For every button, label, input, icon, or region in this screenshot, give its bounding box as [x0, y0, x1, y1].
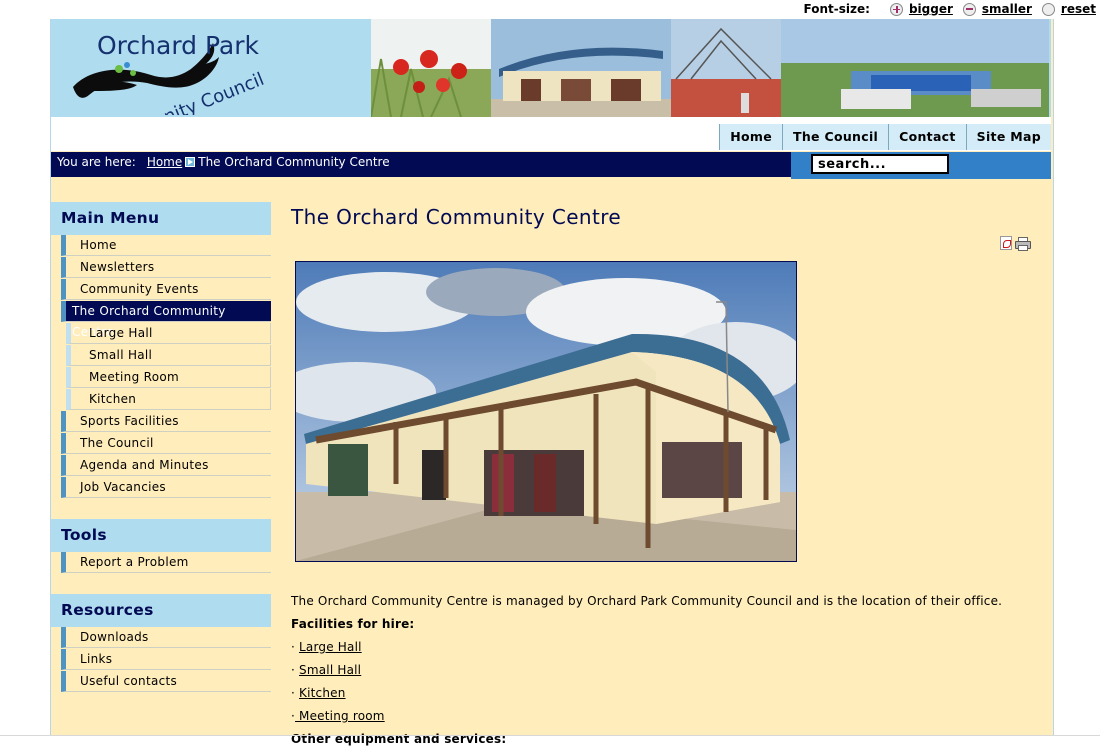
facility-item: · Meeting room — [291, 709, 385, 723]
facility-item: · Kitchen — [291, 686, 346, 700]
search-bar — [791, 152, 1051, 179]
intro-text: The Orchard Community Centre is managed … — [291, 594, 1003, 608]
logo-line1: Orchard Park — [97, 31, 260, 60]
sidebar-item-home[interactable]: Home — [61, 235, 271, 256]
page-title: The Orchard Community Centre — [291, 205, 622, 229]
site-logo[interactable]: Orchard Park Community Council — [59, 21, 369, 154]
font-smaller-label: smaller — [981, 2, 1032, 16]
font-size-label: Font-size: — [803, 2, 870, 16]
font-size-bar: Font-size: bigger smaller reset — [804, 1, 1096, 17]
print-icon[interactable] — [1015, 237, 1031, 251]
sidebar-item-newsletters[interactable]: Newsletters — [61, 257, 271, 278]
sidebar-item-links[interactable]: Links — [61, 649, 271, 670]
sidebar-item-agenda-and-minutes[interactable]: Agenda and Minutes — [61, 455, 271, 476]
reset-circle-icon — [1041, 2, 1055, 16]
sidebar-subitem-large-hall[interactable]: Large Hall — [66, 323, 271, 344]
breadcrumb: You are here: Home The Orchard Community… — [51, 152, 791, 177]
plus-circle-icon — [889, 2, 903, 16]
nav-the-council[interactable]: The Council — [782, 124, 889, 150]
font-bigger-button[interactable]: bigger — [889, 2, 953, 16]
small-hall-link[interactable]: Small Hall — [299, 663, 361, 677]
main-menu: Home Newsletters Community Events The Or… — [51, 235, 271, 499]
sidebar-item-community-events[interactable]: Community Events — [61, 279, 271, 300]
sidebar-item-useful-contacts[interactable]: Useful contacts — [61, 671, 271, 692]
nav-row: Home The Council Contact Site Map — [51, 117, 1051, 151]
large-hall-link[interactable]: Large Hall — [299, 640, 362, 654]
sidebar-item-orchard-community-centre[interactable]: The Orchard Community Centre — [61, 301, 271, 339]
sidebar-subitem-meeting-room[interactable]: Meeting Room — [66, 367, 271, 388]
kitchen-link[interactable]: Kitchen — [299, 686, 346, 700]
font-smaller-button[interactable]: smaller — [962, 2, 1032, 16]
article-icons — [1000, 236, 1031, 251]
breadcrumb-prefix: You are here: — [57, 155, 136, 169]
sidebar-subitem-kitchen[interactable]: Kitchen — [66, 389, 271, 410]
page: Orchard Park Community Council Home The … — [50, 19, 1054, 746]
nav-contact[interactable]: Contact — [888, 124, 966, 150]
meeting-room-link[interactable]: Meeting room — [295, 709, 385, 723]
sidebar-item-sports-facilities[interactable]: Sports Facilities — [61, 411, 271, 432]
minus-circle-icon — [962, 2, 976, 16]
top-nav: Home The Council Contact Site Map — [719, 124, 1051, 150]
main-menu-heading: Main Menu — [51, 202, 271, 235]
font-reset-button[interactable]: reset — [1041, 2, 1096, 16]
search-input[interactable] — [811, 154, 949, 174]
nav-site-map[interactable]: Site Map — [965, 124, 1051, 150]
sidebar-item-report-a-problem[interactable]: Report a Problem — [61, 552, 271, 573]
breadcrumb-home-link[interactable]: Home — [147, 155, 182, 169]
bullet: · — [291, 663, 296, 677]
bullet: · — [291, 686, 296, 700]
breadcrumb-arrow-icon — [185, 157, 196, 167]
sidebar-item-downloads[interactable]: Downloads — [61, 627, 271, 648]
breadcrumb-current: The Orchard Community Centre — [198, 155, 390, 169]
tools-menu: Report a Problem — [51, 552, 271, 574]
font-bigger-label: bigger — [908, 2, 953, 16]
resources-heading: Resources — [51, 594, 271, 627]
sidebar-subitem-small-hall[interactable]: Small Hall — [66, 345, 271, 366]
font-reset-label: reset — [1060, 2, 1096, 16]
bullet: · — [291, 640, 296, 654]
tools-heading: Tools — [51, 519, 271, 552]
community-centre-photo — [295, 261, 797, 562]
resources-menu: Downloads Links Useful contacts — [51, 627, 271, 693]
facilities-heading: Facilities for hire: — [291, 617, 415, 631]
facility-item: · Large Hall — [291, 640, 362, 654]
site-header: Orchard Park Community Council — [51, 19, 1051, 154]
pdf-icon[interactable] — [1000, 236, 1012, 250]
facility-item: · Small Hall — [291, 663, 361, 677]
header-banner-image — [371, 19, 1049, 117]
sidebar-item-job-vacancies[interactable]: Job Vacancies — [61, 477, 271, 498]
nav-home[interactable]: Home — [719, 124, 783, 150]
sidebar-item-the-council[interactable]: The Council — [61, 433, 271, 454]
